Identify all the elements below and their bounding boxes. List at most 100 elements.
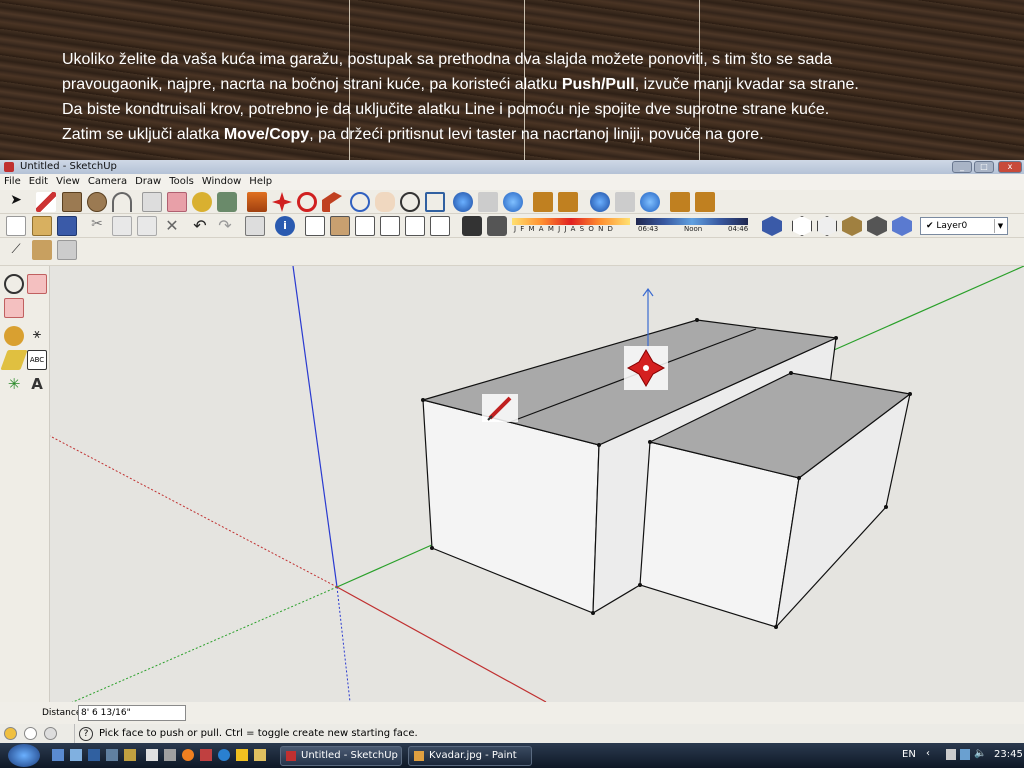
paint-bucket-icon[interactable] [217, 192, 237, 212]
task-paint[interactable]: Kvadar.jpg - Paint [408, 746, 532, 766]
tape-measure-icon[interactable] [192, 192, 212, 212]
iso-view-icon[interactable] [305, 216, 325, 236]
network-icon[interactable] [960, 749, 970, 760]
photo-match-icon[interactable] [558, 192, 578, 212]
show-desktop-icon[interactable] [52, 749, 64, 761]
tape-icon[interactable] [4, 326, 24, 346]
right-view-icon[interactable] [380, 216, 400, 236]
tray-expand-icon[interactable]: ‹ [926, 748, 930, 759]
menu-draw[interactable]: Draw [131, 174, 165, 190]
minimize-button[interactable]: _ [952, 161, 972, 173]
rectangle-tool-icon[interactable] [62, 192, 82, 212]
drawing-viewport[interactable] [50, 266, 1024, 702]
dimension-icon[interactable]: ⟋ [6, 240, 26, 260]
zoom-icon[interactable] [400, 192, 420, 212]
close-button[interactable]: x [998, 161, 1022, 173]
circle-tool-icon[interactable] [87, 192, 107, 212]
redo-icon[interactable]: ↷ [215, 216, 235, 236]
print-icon[interactable] [245, 216, 265, 236]
get-current-view-icon[interactable] [670, 192, 690, 212]
export-icon[interactable] [695, 192, 715, 212]
get-models-icon[interactable] [453, 192, 473, 212]
shaded-icon[interactable] [842, 216, 862, 236]
get-photo-texture-icon[interactable] [533, 192, 553, 212]
open-folder-icon[interactable] [32, 216, 52, 236]
make-component-icon[interactable] [142, 192, 162, 212]
quicklaunch-icon[interactable] [124, 749, 136, 761]
start-button[interactable] [8, 744, 40, 767]
quicklaunch-icon[interactable] [254, 749, 266, 761]
top-view-icon[interactable] [330, 216, 350, 236]
zoom-extents-icon[interactable] [425, 192, 445, 212]
copy-icon[interactable] [112, 216, 132, 236]
language-indicator[interactable]: EN [902, 749, 916, 760]
paste-icon[interactable] [137, 216, 157, 236]
delete-icon[interactable]: ✕ [162, 216, 182, 236]
share-model-icon[interactable] [478, 192, 498, 212]
task-sketchup[interactable]: Untitled - SketchUp [280, 746, 402, 766]
help-icon[interactable]: ? [79, 727, 93, 741]
quicklaunch-icon[interactable] [88, 749, 100, 761]
quicklaunch-icon[interactable] [146, 749, 158, 761]
save-icon[interactable] [57, 216, 77, 236]
folder-icon[interactable] [236, 749, 248, 761]
model-info-icon[interactable]: i [275, 216, 295, 236]
eraser-icon[interactable] [167, 192, 187, 212]
shaded-textures-icon[interactable] [867, 216, 887, 236]
orbit-icon[interactable] [350, 192, 370, 212]
follow-me-icon[interactable] [322, 192, 342, 212]
display-section-icon[interactable] [57, 240, 77, 260]
menu-edit[interactable]: Edit [25, 174, 52, 190]
left-view-icon[interactable] [430, 216, 450, 236]
back-view-icon[interactable] [405, 216, 425, 236]
undo-icon[interactable]: ↶ [190, 216, 210, 236]
menu-camera[interactable]: Camera [84, 174, 131, 190]
place-model-icon[interactable] [640, 192, 660, 212]
hidden-line-icon[interactable] [817, 216, 837, 236]
pan-icon[interactable] [375, 192, 395, 212]
menu-view[interactable]: View [52, 174, 84, 190]
section-plane-icon[interactable] [32, 240, 52, 260]
new-file-icon[interactable] [6, 216, 26, 236]
maximize-button[interactable]: □ [974, 161, 994, 173]
cut-icon[interactable]: ✂ [87, 216, 107, 236]
xray-icon[interactable] [762, 216, 782, 236]
chevron-down-icon[interactable]: ▼ [994, 219, 1006, 233]
select-tool-icon[interactable]: ➤ [6, 192, 26, 212]
clock[interactable]: 23:45 [994, 749, 1023, 760]
quicklaunch-icon[interactable] [106, 749, 118, 761]
distance-input[interactable]: 8' 6 13/16" [78, 705, 186, 721]
display-shadows-icon[interactable] [487, 216, 507, 236]
position-camera-icon[interactable] [4, 298, 24, 318]
walk-icon[interactable] [4, 274, 24, 294]
menu-tools[interactable]: Tools [165, 174, 198, 190]
menu-window[interactable]: Window [198, 174, 245, 190]
push-pull-icon[interactable] [247, 192, 267, 212]
quicklaunch-icon[interactable] [70, 749, 82, 761]
toggle-terrain-icon[interactable] [615, 192, 635, 212]
protractor-icon[interactable] [0, 350, 28, 370]
monochrome-icon[interactable] [892, 216, 912, 236]
user-icon[interactable] [44, 727, 57, 740]
time-slider[interactable]: 06:43 Noon 04:46 [636, 216, 748, 236]
arc-tool-icon[interactable] [112, 192, 132, 212]
line-tool-icon[interactable] [36, 192, 56, 212]
volume-icon[interactable]: 🔈 [974, 748, 986, 759]
month-slider[interactable]: J F M A M J J A S O N D [512, 216, 630, 236]
share-component-icon[interactable] [503, 192, 523, 212]
menu-file[interactable]: File [0, 174, 25, 190]
text-tool-icon[interactable]: ABC [27, 350, 47, 370]
quicklaunch-icon[interactable] [164, 749, 176, 761]
google-earth-icon[interactable] [590, 192, 610, 212]
axis-tool-icon[interactable]: ✳ [4, 374, 24, 394]
geo-location-icon[interactable] [4, 727, 17, 740]
look-around-icon[interactable] [27, 274, 47, 294]
firefox-icon[interactable] [182, 749, 194, 761]
shadow-settings-icon[interactable] [462, 216, 482, 236]
tray-icon[interactable] [946, 749, 956, 760]
quicklaunch-icon[interactable] [200, 749, 212, 761]
layer-dropdown[interactable]: ✔ Layer0 ▼ [920, 217, 1008, 235]
credits-icon[interactable] [24, 727, 37, 740]
rotate-icon[interactable] [297, 192, 317, 212]
move-icon[interactable] [272, 192, 292, 212]
